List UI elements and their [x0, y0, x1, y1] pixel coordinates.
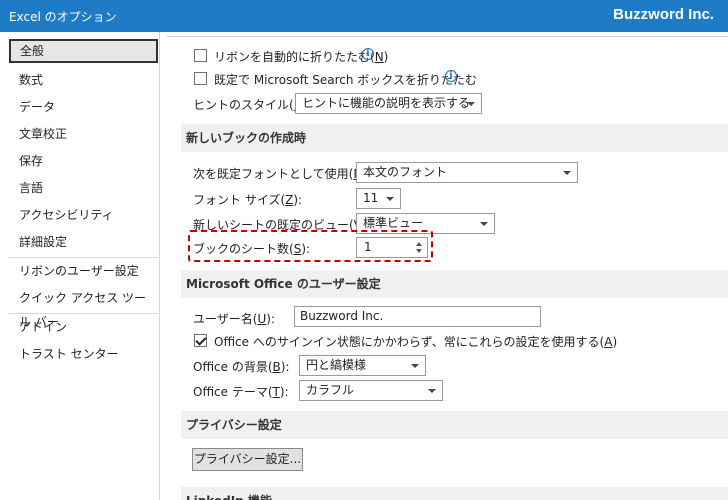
privacy-settings-button[interactable]: プライバシー設定... — [192, 448, 303, 471]
title-bar: Excel のオプション Buzzword Inc. — [0, 0, 728, 32]
brand-watermark: Buzzword Inc. — [613, 6, 714, 23]
sidebar-item-advanced[interactable]: 詳細設定 — [8, 230, 158, 254]
office-background-value: 円と縞模様 — [306, 358, 367, 372]
font-size-label: フォント サイズ(Z): — [193, 193, 303, 207]
default-view-value: 標準ビュー — [363, 216, 424, 230]
info-icon[interactable]: i — [445, 70, 457, 82]
sheet-count-spinner[interactable]: 1 — [356, 237, 428, 258]
sheet-count-label: ブックのシート数(S): — [193, 242, 311, 256]
chevron-down-icon — [467, 102, 475, 106]
office-background-dropdown[interactable]: 円と縞模様 — [299, 355, 426, 376]
section-linkedin-header: LinkedIn 機能 — [181, 487, 728, 500]
sidebar-divider — [8, 313, 158, 314]
window-title: Excel のオプション — [9, 10, 117, 24]
spin-up-icon[interactable] — [416, 242, 422, 246]
username-input[interactable]: Buzzword Inc. — [294, 306, 541, 327]
default-font-label: 次を既定フォントとして使用(N): — [193, 167, 371, 181]
sidebar-item-quick-access-toolbar[interactable]: クイック アクセス ツール バー — [8, 286, 158, 329]
chevron-down-icon — [386, 197, 394, 201]
always-use-settings-label[interactable]: Office へのサインイン状態にかかわらず、常にこれらの設定を使用する(A) — [214, 333, 617, 350]
collapse-ribbon-checkbox[interactable] — [194, 49, 207, 62]
tooltip-style-label: ヒントのスタイル(R): — [193, 98, 311, 112]
collapse-search-checkbox[interactable] — [194, 72, 207, 85]
spin-down-icon[interactable] — [416, 249, 422, 253]
section-new-workbook-header: 新しいブックの作成時 — [181, 124, 728, 152]
chevron-down-icon — [428, 389, 436, 393]
info-icon[interactable]: i — [362, 48, 374, 60]
sidebar-item-trust-center[interactable]: トラスト センター — [8, 342, 158, 366]
default-font-value: 本文のフォント — [363, 165, 448, 179]
sidebar-item-save[interactable]: 保存 — [8, 149, 158, 173]
chevron-down-icon — [563, 171, 571, 175]
content-top-divider — [167, 36, 728, 37]
sidebar-item-accessibility[interactable]: アクセシビリティ — [8, 203, 158, 227]
username-label: ユーザー名(U): — [193, 312, 275, 326]
tooltip-style-dropdown[interactable]: ヒントに機能の説明を表示する — [295, 93, 482, 114]
default-font-dropdown[interactable]: 本文のフォント — [356, 162, 578, 183]
office-theme-value: カラフル — [306, 383, 355, 397]
options-sidebar: 全般 数式 データ 文章校正 保存 言語 アクセシビリティ 詳細設定 リボンのユ… — [0, 32, 160, 500]
sidebar-item-proofing[interactable]: 文章校正 — [8, 122, 158, 146]
sheet-count-value: 1 — [364, 240, 372, 254]
office-theme-label: Office テーマ(T): — [193, 385, 289, 399]
chevron-down-icon — [411, 364, 419, 368]
section-privacy-header: プライバシー設定 — [181, 411, 728, 439]
office-theme-dropdown[interactable]: カラフル — [299, 380, 443, 401]
font-size-dropdown[interactable]: 11 — [356, 188, 401, 209]
chevron-down-icon — [480, 222, 488, 226]
collapse-search-label[interactable]: 既定で Microsoft Search ボックスを折りたたむ — [214, 71, 477, 88]
options-content: リボンを自動的に折りたたむ(N) i 既定で Microsoft Search … — [161, 32, 728, 500]
section-personalize-header: Microsoft Office のユーザー設定 — [181, 270, 728, 298]
font-size-value: 11 — [363, 191, 379, 205]
sidebar-item-general[interactable]: 全般 — [9, 39, 158, 63]
tooltip-style-value: ヒントに機能の説明を表示する — [302, 96, 471, 110]
always-use-settings-checkbox[interactable] — [194, 334, 207, 347]
sidebar-item-addins[interactable]: アドイン — [8, 315, 158, 339]
office-background-label: Office の背景(B): — [193, 360, 290, 374]
sidebar-item-data[interactable]: データ — [8, 95, 158, 119]
sidebar-item-language[interactable]: 言語 — [8, 176, 158, 200]
sidebar-item-formulas[interactable]: 数式 — [8, 68, 158, 92]
sidebar-divider — [8, 257, 158, 258]
sidebar-item-customize-ribbon[interactable]: リボンのユーザー設定 — [8, 259, 158, 283]
